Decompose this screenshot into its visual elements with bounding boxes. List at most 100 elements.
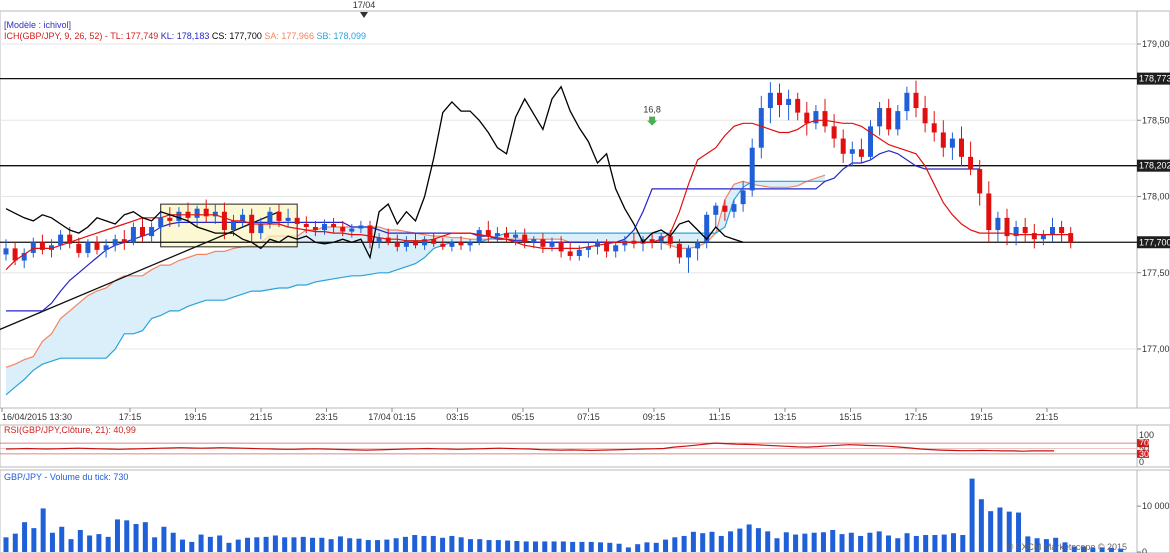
candle-bull — [176, 211, 182, 221]
volume-bar — [300, 536, 306, 552]
volume-bar — [152, 537, 158, 552]
volume-bar — [412, 535, 418, 552]
volume-bars — [3, 478, 1124, 552]
volume-title: GBP/JPY - Volume du tick: 730 — [4, 472, 128, 482]
volume-bar — [885, 535, 891, 552]
candle-bear — [394, 242, 400, 247]
candle-bull — [731, 204, 737, 212]
candle-bull — [194, 208, 200, 218]
volume-bar — [588, 541, 594, 552]
volume-bar — [486, 540, 492, 552]
volume-bar — [904, 533, 910, 552]
rsi-panel-frame — [0, 424, 1138, 468]
volume-bar — [802, 533, 808, 552]
candle-bear — [795, 98, 801, 113]
candle-bear — [722, 205, 728, 212]
candle-bear — [804, 112, 810, 124]
volume-bar — [811, 532, 817, 552]
candle-bull — [85, 242, 91, 253]
volume-bar — [523, 541, 529, 552]
volume-bar — [913, 535, 919, 552]
down-arrow-icon — [647, 116, 658, 126]
price-axis: 179,00 178,50 178,00 177,50 177,00 — [1137, 39, 1170, 354]
time-tick-label: 11:15 — [709, 412, 731, 422]
volume-bar — [310, 537, 316, 552]
volume-bar — [653, 542, 659, 552]
candle-bear — [567, 251, 573, 256]
candle-bear — [294, 217, 300, 224]
candle-bull — [740, 190, 746, 205]
senkou-a-path — [5, 174, 826, 368]
volume-bar — [690, 531, 696, 552]
candle-bear — [959, 138, 964, 157]
candle-bear — [522, 234, 528, 243]
candle-bull — [449, 242, 455, 247]
volume-bar — [189, 541, 195, 552]
time-tick-label: 21:15 — [250, 412, 273, 422]
volume-bar — [328, 539, 334, 552]
candle-bull — [231, 220, 236, 231]
candle-bear — [121, 239, 127, 243]
volume-bar — [114, 519, 120, 552]
volume-bar — [542, 541, 548, 552]
volume-bar — [22, 522, 28, 552]
candle-bear — [440, 243, 446, 247]
time-tick-label: 05:15 — [512, 412, 535, 422]
volume-bar — [337, 536, 343, 552]
volume-bar — [532, 541, 538, 552]
time-tick-label: 23:15 — [315, 412, 338, 422]
indicator-legend: ICH(GBP/JPY, 9, 26, 52) - TL: 177,749 KL… — [4, 31, 366, 42]
candle-bull — [403, 240, 409, 247]
candle-bear — [931, 123, 937, 133]
trading-chart[interactable]: 178,773 178,202 177,700 179,00 178,50 178,00… — [0, 0, 1170, 553]
volume-bar — [235, 539, 241, 552]
copyright-text: © FXCM Marketscope © 2015 — [1007, 542, 1127, 552]
time-tick-label: 19:15 — [184, 412, 207, 422]
volume-tick-label: 0 — [1142, 547, 1147, 553]
candle-bear — [777, 92, 782, 105]
volume-bar — [198, 534, 204, 552]
cloud-area — [6, 175, 825, 395]
rsi-title: RSI(GBP/JPY,Clôture, 21): 40,99 — [4, 425, 136, 435]
volume-bar — [551, 541, 557, 552]
volume-bar — [737, 528, 743, 552]
candle-bull — [1050, 227, 1055, 235]
volume-bar — [87, 535, 93, 552]
volume-bar — [272, 535, 278, 552]
candle-bull — [995, 217, 1001, 231]
rsi-path — [5, 442, 1054, 452]
kl-value: KL: 178,183 — [160, 31, 210, 41]
candle-bull — [749, 147, 755, 191]
candle-bull — [30, 242, 36, 253]
candle-bear — [221, 211, 227, 231]
candle-bull — [849, 149, 855, 154]
annotation-label: 16,8 — [643, 105, 661, 115]
candle-bear — [458, 242, 464, 246]
candle-bull — [358, 225, 364, 229]
price-tick-label: 178,00 — [1142, 192, 1170, 202]
candle-bull — [613, 245, 619, 252]
volume-bar — [997, 507, 1003, 552]
candle-bear — [822, 111, 828, 127]
tl-value: TL: 177,749 — [110, 31, 159, 41]
candle-bear — [831, 126, 837, 139]
candle-bull — [576, 249, 582, 256]
candle-bull — [285, 217, 291, 221]
time-tick-label: 17:15 — [905, 412, 928, 422]
horizontal-line-label: 177,700 — [1139, 237, 1170, 247]
candle-bull — [476, 230, 482, 243]
candle-bull — [713, 205, 719, 215]
volume-bar — [207, 536, 213, 552]
volume-bar — [951, 533, 957, 552]
candle-bull — [103, 245, 109, 250]
candle-bear — [940, 132, 946, 148]
candle-bear — [1059, 227, 1065, 234]
price-tick-label: 179,00 — [1142, 39, 1170, 49]
volume-bar — [161, 526, 167, 552]
horizontal-line-label: 178,773 — [1139, 74, 1170, 84]
volume-bar — [774, 538, 780, 552]
sa-value: SA: 177,966 — [264, 31, 314, 41]
volume-bar — [282, 537, 288, 552]
candle-bull — [686, 248, 691, 258]
volume-bar — [514, 540, 520, 552]
